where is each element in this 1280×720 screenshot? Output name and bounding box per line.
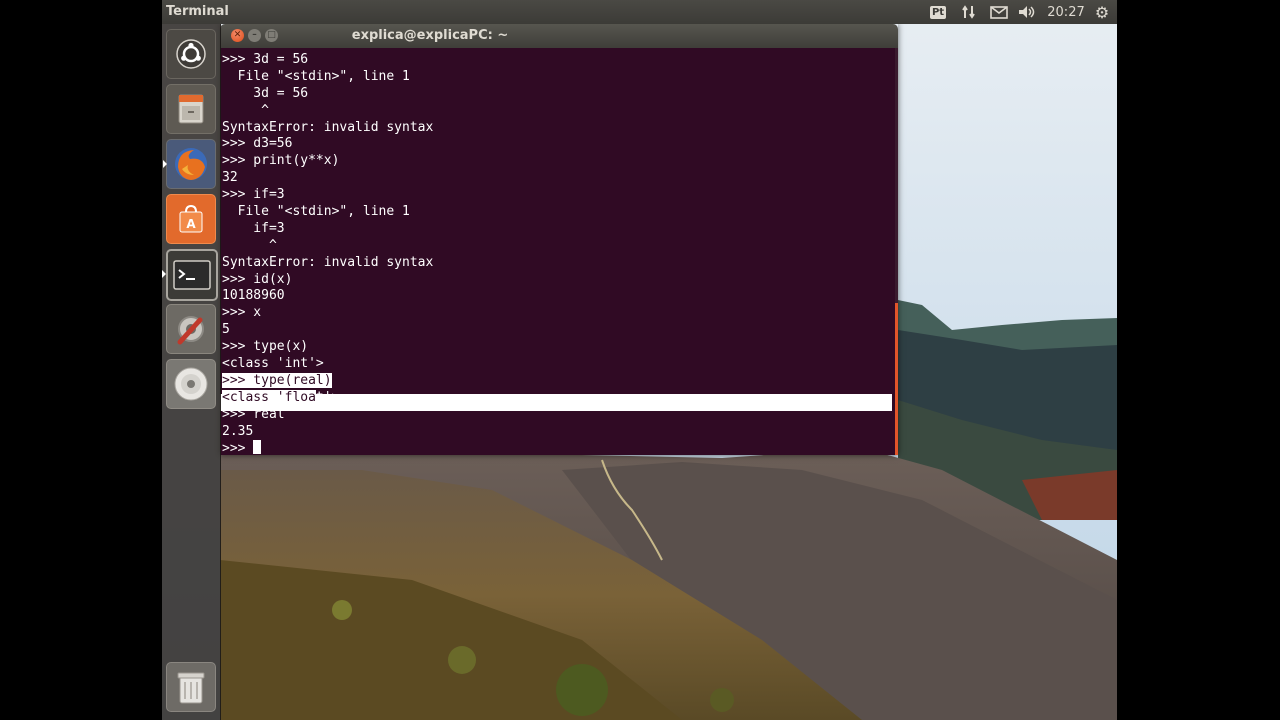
terminal-line: >>> d3=56 [222, 136, 293, 152]
terminal-line: >>> if=3 [222, 187, 285, 203]
cursor-block [253, 440, 262, 455]
launcher-dash-home[interactable] [166, 29, 216, 79]
terminal-line: ^ [222, 237, 277, 253]
terminal-line: >>> 3d = 56 [222, 52, 309, 67]
disc-icon [174, 367, 208, 401]
terminal-line: >>> type(x) [222, 339, 309, 355]
terminal-line: SyntaxError: invalid syntax [222, 254, 434, 270]
terminal-line: File "<stdin>", line 1 [222, 204, 410, 220]
scrollbar-track[interactable] [895, 48, 898, 455]
svg-text:A: A [186, 217, 196, 231]
shopping-bag-icon: A [179, 204, 203, 233]
keyboard-layout-indicator[interactable]: Pt [928, 0, 948, 24]
terminal-line-selected-partial: <class 'float'> [222, 389, 433, 407]
terminal-window[interactable]: ✕ – □ explica@explicaPC: ~ >>> 3d = 56 F… [220, 24, 898, 455]
selected-text: (real) [284, 372, 332, 388]
keyboard-layout-label: Pt [929, 5, 947, 19]
unselected-text: t'> [315, 389, 340, 405]
launcher-files[interactable] [166, 84, 216, 134]
clock[interactable]: 20:27 [1044, 0, 1088, 24]
window-title: explica@explicaPC: ~ [351, 28, 509, 43]
running-indicator [162, 270, 166, 278]
launcher-software-center[interactable]: A [166, 194, 216, 244]
terminal-lines: >>> 3d = 56 File "<stdin>", line 1 3d = … [222, 52, 433, 455]
terminal-line: 10188960 [222, 288, 285, 304]
unselected-text: >>> type [222, 372, 285, 388]
terminal-line: File "<stdin>", line 1 [222, 68, 410, 84]
volume-icon[interactable] [1016, 0, 1038, 24]
launcher-trash[interactable] [166, 662, 216, 712]
launcher: A [162, 24, 221, 720]
top-panel: Terminal Pt 20:27 ⚙ [162, 0, 1117, 24]
gear-icon[interactable]: ⚙ [1090, 0, 1114, 24]
desktop-screen: Terminal Pt 20:27 ⚙ A ✕ – □ explica@expl… [162, 0, 1117, 720]
running-indicator [163, 160, 167, 168]
selected-text: <class 'floa [222, 389, 316, 405]
terminal-line: 3d = 56 [222, 85, 309, 101]
terminal-line: >>> id(x) [222, 271, 293, 287]
ubuntu-logo-icon [176, 39, 206, 69]
settings-gear-wrench-icon [177, 316, 204, 345]
mail-icon[interactable] [988, 0, 1010, 24]
terminal-line: 32 [222, 170, 238, 186]
terminal-line: >>> print(y**x) [222, 153, 340, 169]
prompt-text: >>> [222, 441, 254, 455]
window-titlebar[interactable]: ✕ – □ explica@explicaPC: ~ [220, 24, 898, 48]
terminal-line: ^ [222, 102, 269, 118]
scrollbar-thumb[interactable] [895, 303, 898, 455]
terminal-line: 2.35 [222, 423, 254, 439]
launcher-dvd-drive[interactable] [166, 359, 216, 409]
trash-icon [177, 672, 205, 704]
launcher-terminal[interactable] [162, 249, 218, 301]
terminal-line: SyntaxError: invalid syntax [222, 119, 434, 135]
terminal-line: if=3 [222, 220, 285, 236]
launcher-firefox[interactable] [163, 139, 216, 189]
terminal-line: >>> x [222, 305, 262, 321]
terminal-line: 5 [222, 322, 230, 338]
terminal-line-selected-partial: >>> type(real) [222, 372, 433, 390]
terminal-line: >>> real [222, 406, 285, 422]
terminal-prompt-line[interactable]: >>> [222, 440, 433, 455]
file-cabinet-icon [178, 94, 204, 124]
terminal-output[interactable]: >>> 3d = 56 File "<stdin>", line 1 3d = … [220, 48, 898, 455]
network-icon[interactable] [959, 0, 979, 24]
panel-app-title: Terminal [166, 4, 229, 19]
launcher-system-settings[interactable] [166, 304, 216, 354]
terminal-line: <class 'int'> [222, 356, 324, 372]
terminal-icon [173, 260, 211, 290]
firefox-icon [175, 148, 207, 180]
